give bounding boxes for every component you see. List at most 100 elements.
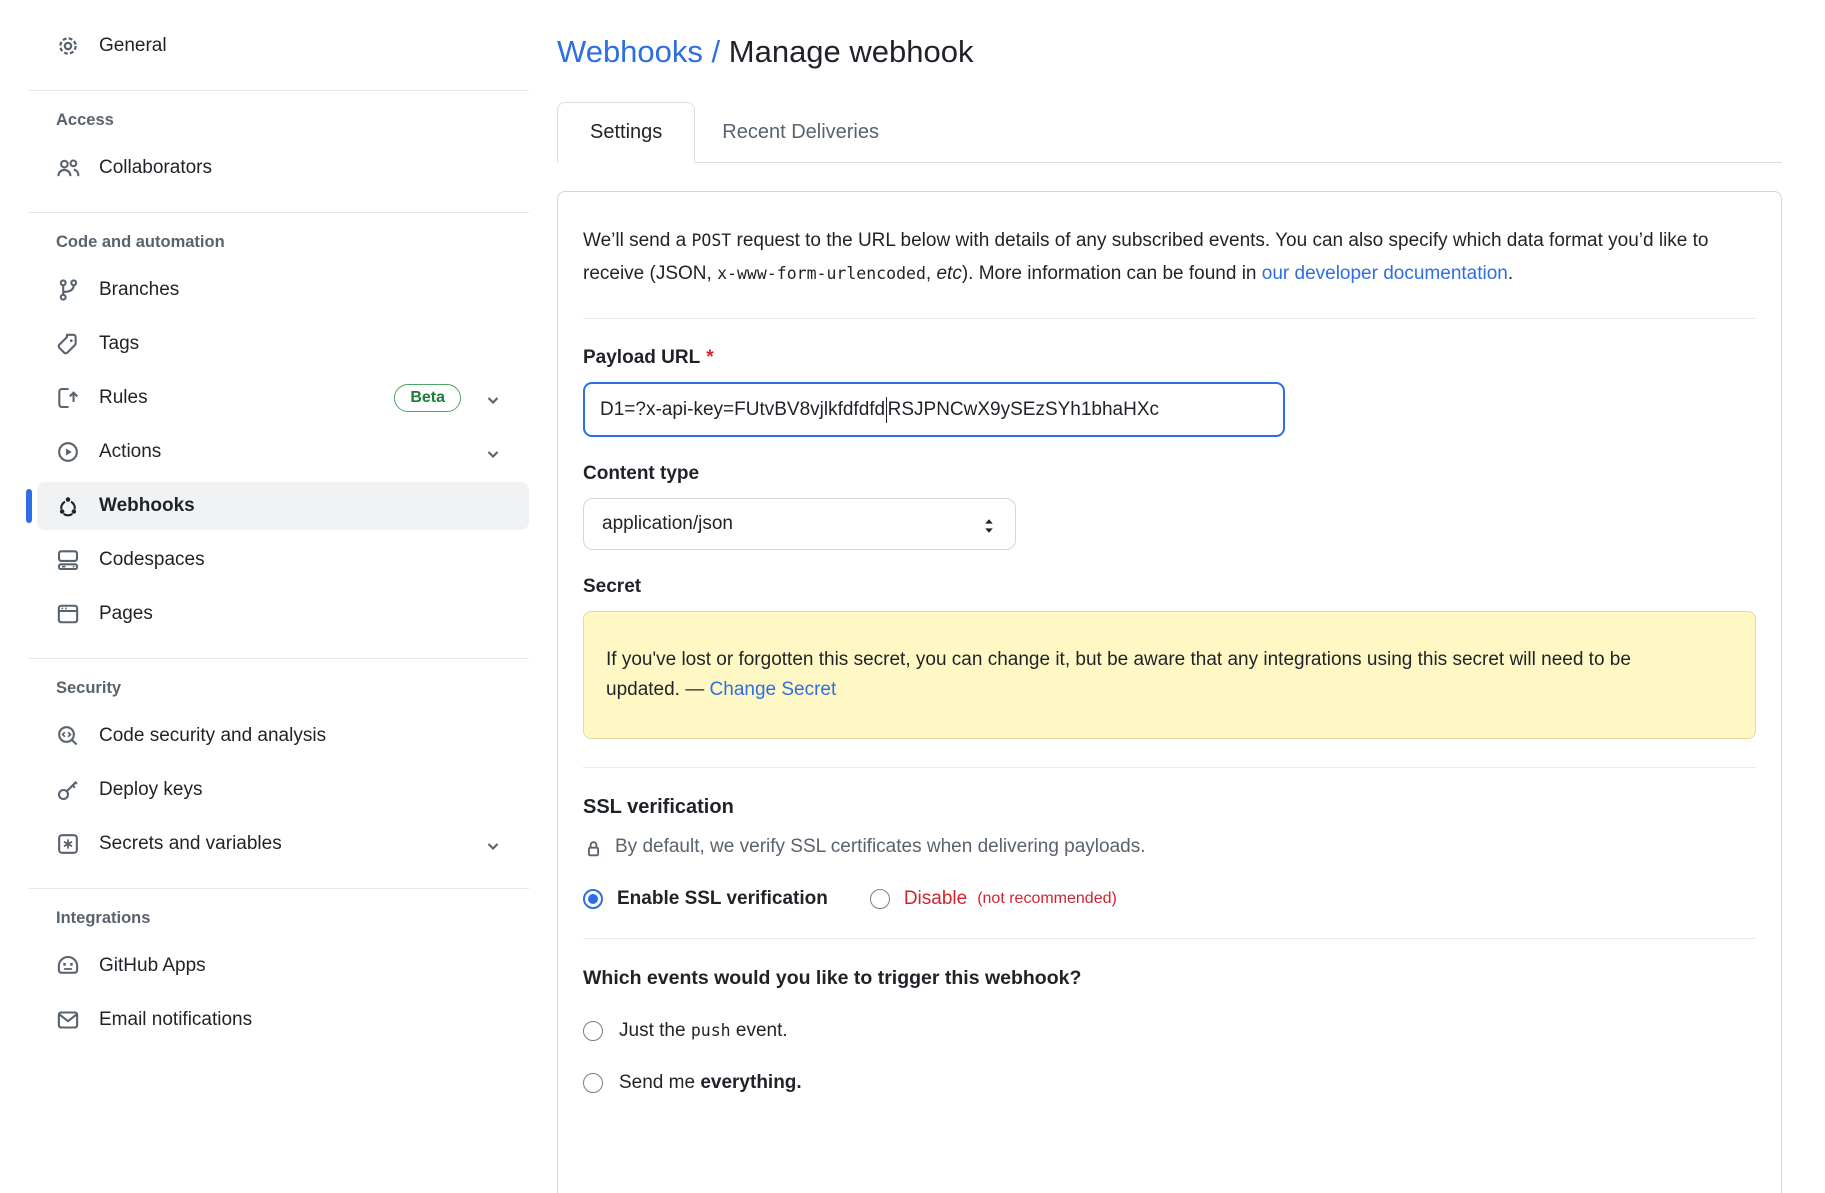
codespaces-icon bbox=[56, 548, 80, 572]
mail-icon bbox=[56, 1008, 80, 1032]
sidebar-item-label: GitHub Apps bbox=[99, 955, 206, 977]
people-icon bbox=[56, 156, 80, 180]
sidebar-item-deploy-keys[interactable]: Deploy keys bbox=[37, 766, 529, 814]
sidebar-section-integrations: Integrations bbox=[0, 909, 529, 928]
webhook-icon bbox=[56, 494, 80, 518]
gear-icon bbox=[56, 34, 80, 58]
secret-flash-warning: If you've lost or forgotten this secret,… bbox=[583, 611, 1756, 739]
ssl-note-text: By default, we verify SSL certificates w… bbox=[615, 836, 1146, 858]
ssl-note: By default, we verify SSL certificates w… bbox=[583, 836, 1756, 858]
sidebar-item-label: Deploy keys bbox=[99, 779, 203, 801]
sidebar-item-label: Secrets and variables bbox=[99, 833, 282, 855]
intro-part: , bbox=[926, 263, 937, 284]
webhook-settings-panel: We’ll send a POST request to the URL bel… bbox=[557, 191, 1782, 1193]
sidebar-item-label: General bbox=[99, 35, 167, 57]
radio-send-everything[interactable] bbox=[583, 1073, 603, 1093]
sidebar-item-codespaces[interactable]: Codespaces bbox=[37, 536, 529, 584]
event-option-everything[interactable]: Send me everything. bbox=[583, 1072, 1756, 1094]
event-push-label: Just the push event. bbox=[619, 1020, 788, 1042]
sidebar-item-label: Codespaces bbox=[99, 549, 205, 571]
push-code: push bbox=[691, 1021, 731, 1040]
sidebar-item-email-notifications[interactable]: Email notifications bbox=[37, 996, 529, 1044]
sidebar-item-branches[interactable]: Branches bbox=[37, 266, 529, 314]
enable-ssl-label: Enable SSL verification bbox=[617, 888, 828, 910]
ssl-verification-heading: SSL verification bbox=[583, 796, 1756, 819]
browser-icon bbox=[56, 602, 80, 626]
settings-sidebar: General Access Collaborators Code and au… bbox=[0, 0, 529, 1193]
intro-code-post: POST bbox=[691, 231, 731, 250]
chevron-down-icon[interactable] bbox=[483, 388, 503, 408]
sidebar-item-secrets-variables[interactable]: Secrets and variables bbox=[37, 820, 529, 868]
sidebar-item-label: Tags bbox=[99, 333, 139, 355]
content-type-label: Content type bbox=[583, 463, 1756, 485]
sidebar-section-code-automation: Code and automation bbox=[0, 233, 529, 252]
page-title-text: Manage webhook bbox=[729, 34, 974, 69]
intro-part: . bbox=[1508, 263, 1513, 284]
tabnav: Settings Recent Deliveries bbox=[557, 102, 1782, 163]
disable-ssl-option[interactable]: Disable (not recommended) bbox=[870, 888, 1117, 910]
divider bbox=[583, 318, 1756, 319]
required-asterisk: * bbox=[706, 347, 713, 368]
radio-just-push[interactable] bbox=[583, 1021, 603, 1041]
sidebar-section-security: Security bbox=[0, 679, 529, 698]
event-option-push[interactable]: Just the push event. bbox=[583, 1020, 1756, 1042]
git-branch-icon bbox=[56, 278, 80, 302]
chevron-down-icon[interactable] bbox=[483, 442, 503, 462]
code-scan-icon bbox=[56, 724, 80, 748]
main-content: Webhooks / Manage webhook Settings Recen… bbox=[557, 0, 1782, 1193]
beta-badge: Beta bbox=[394, 384, 461, 411]
tab-settings[interactable]: Settings bbox=[557, 102, 695, 163]
sidebar-item-actions[interactable]: Actions bbox=[37, 428, 529, 476]
chevron-down-icon[interactable] bbox=[483, 834, 503, 854]
sidebar-divider bbox=[29, 90, 529, 91]
sidebar-divider bbox=[29, 658, 529, 659]
sidebar-item-collaborators[interactable]: Collaborators bbox=[37, 144, 529, 192]
divider bbox=[583, 767, 1756, 768]
sidebar-item-code-security[interactable]: Code security and analysis bbox=[37, 712, 529, 760]
content-type-select[interactable]: application/json bbox=[583, 498, 1016, 550]
sidebar-item-label: Collaborators bbox=[99, 157, 212, 179]
webhook-settings-page: General Access Collaborators Code and au… bbox=[0, 0, 1825, 1193]
sidebar-item-webhooks[interactable]: Webhooks bbox=[37, 482, 529, 530]
disable-ssl-note: (not recommended) bbox=[977, 890, 1117, 908]
webhooks-breadcrumb-link[interactable]: Webhooks / bbox=[557, 34, 720, 69]
sidebar-item-label: Branches bbox=[99, 279, 179, 301]
change-secret-link[interactable]: Change Secret bbox=[710, 679, 837, 700]
developer-docs-link[interactable]: our developer documentation bbox=[1262, 263, 1508, 284]
payload-url-label: Payload URL* bbox=[583, 347, 1756, 369]
sidebar-item-label: Code security and analysis bbox=[99, 725, 326, 747]
sidebar-item-pages[interactable]: Pages bbox=[37, 590, 529, 638]
disable-ssl-label: Disable bbox=[904, 888, 967, 910]
sidebar-divider bbox=[29, 212, 529, 213]
payload-url-value: RSJPNCwX9ySEzSYh1bhaHXc bbox=[888, 399, 1159, 421]
enable-ssl-option[interactable]: Enable SSL verification bbox=[583, 888, 828, 910]
payload-url-input[interactable]: D1=?x-api-key=FUtvBV8vjlkfdfdfdRSJPNCwX9… bbox=[583, 382, 1285, 437]
sidebar-item-tags[interactable]: Tags bbox=[37, 320, 529, 368]
radio-disable-ssl[interactable] bbox=[870, 889, 890, 909]
intro-code-urlencoded: x-www-form-urlencoded bbox=[717, 264, 926, 283]
active-indicator bbox=[26, 489, 32, 523]
github-apps-icon bbox=[56, 954, 80, 978]
sidebar-item-label: Pages bbox=[99, 603, 153, 625]
lock-icon bbox=[583, 837, 604, 858]
key-icon bbox=[56, 778, 80, 802]
sidebar-item-rules[interactable]: Rules Beta bbox=[37, 374, 529, 422]
intro-part: ). More information can be found in bbox=[962, 263, 1262, 284]
radio-enable-ssl[interactable] bbox=[583, 889, 603, 909]
sidebar-item-github-apps[interactable]: GitHub Apps bbox=[37, 942, 529, 990]
ssl-radio-group: Enable SSL verification Disable (not rec… bbox=[583, 888, 1756, 910]
events-heading: Which events would you like to trigger t… bbox=[583, 967, 1756, 990]
content-type-value: application/json bbox=[602, 513, 733, 535]
secret-label: Secret bbox=[583, 576, 1756, 598]
select-updown-icon bbox=[979, 514, 999, 534]
sidebar-divider bbox=[29, 888, 529, 889]
divider bbox=[583, 938, 1756, 939]
sidebar-item-general[interactable]: General bbox=[37, 22, 529, 70]
sidebar-item-label: Actions bbox=[99, 441, 161, 463]
intro-etc: etc bbox=[936, 263, 961, 284]
sidebar-item-label: Webhooks bbox=[99, 495, 195, 517]
rules-icon bbox=[56, 386, 80, 410]
tab-recent-deliveries[interactable]: Recent Deliveries bbox=[695, 103, 906, 162]
intro-part: We’ll send a bbox=[583, 230, 691, 251]
intro-text: We’ll send a POST request to the URL bel… bbox=[583, 224, 1756, 290]
